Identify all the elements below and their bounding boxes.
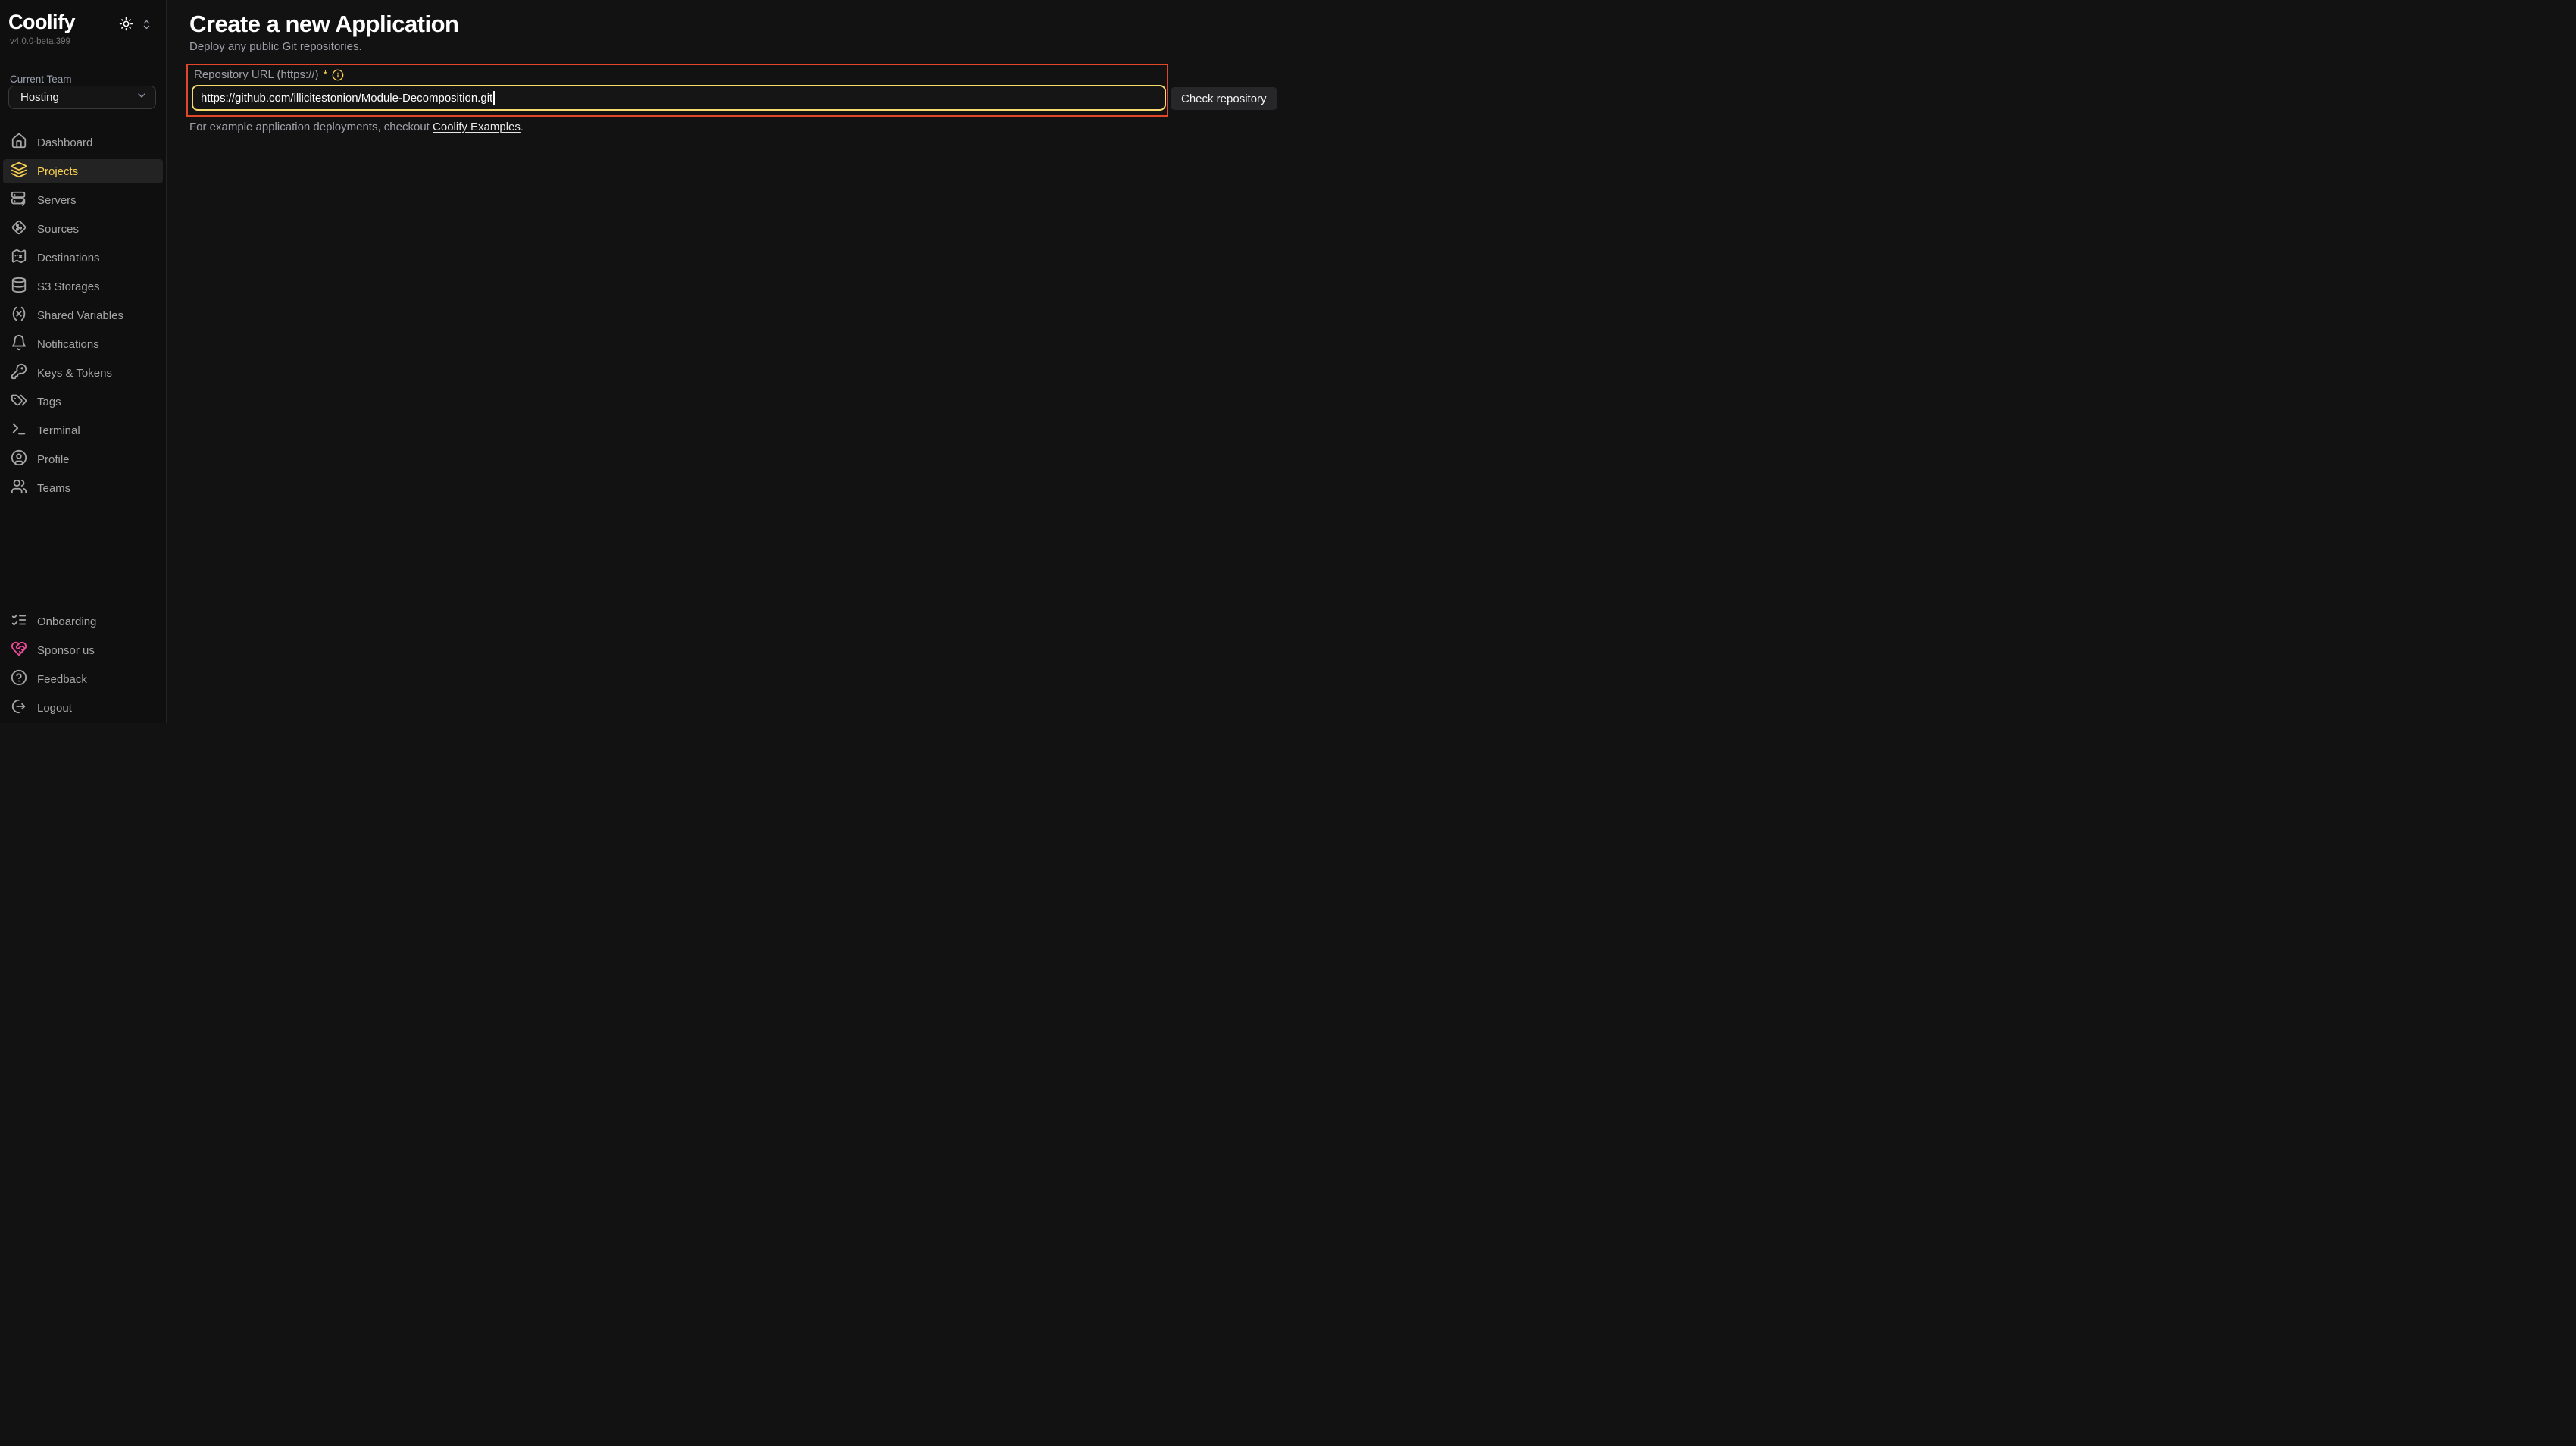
tags-icon xyxy=(11,392,27,412)
sidebar-item-label: Logout xyxy=(37,702,72,715)
annotation-highlight-box: Repository URL (https://) * https://gith… xyxy=(186,64,1168,117)
sidebar-item-label: S3 Storages xyxy=(37,280,100,293)
sidebar-item-keys-tokens[interactable]: Keys & Tokens xyxy=(3,361,163,385)
sidebar-item-s3-storages[interactable]: S3 Storages xyxy=(3,274,163,299)
database-icon xyxy=(11,277,27,296)
sidebar-item-label: Destinations xyxy=(37,252,100,264)
sidebar-item-tags[interactable]: Tags xyxy=(3,390,163,414)
sidebar-item-notifications[interactable]: Notifications xyxy=(3,332,163,356)
key-icon xyxy=(11,363,27,383)
sidebar-item-sponsor-us[interactable]: Sponsor us xyxy=(3,638,163,662)
sidebar-item-label: Projects xyxy=(37,165,78,178)
sidebar: Coolify v4.0.0-beta.399 Current Team Hos… xyxy=(0,0,167,723)
heart-handshake-icon xyxy=(11,640,27,660)
info-icon[interactable] xyxy=(332,69,344,81)
sidebar-item-sources[interactable]: Sources xyxy=(3,217,163,241)
current-team-label: Current Team xyxy=(10,74,72,85)
coolify-examples-link[interactable]: Coolify Examples xyxy=(433,121,521,133)
sidebar-item-servers[interactable]: Servers xyxy=(3,188,163,212)
sidebar-item-label: Teams xyxy=(37,482,70,495)
variable-icon xyxy=(11,305,27,325)
theme-toggle-icon[interactable] xyxy=(119,17,133,35)
team-select-value: Hosting xyxy=(20,91,136,104)
sidebar-item-label: Notifications xyxy=(37,338,99,351)
check-repository-button[interactable]: Check repository xyxy=(1171,87,1277,110)
text-cursor xyxy=(493,91,495,105)
page-title: Create a new Application xyxy=(189,11,459,38)
repository-url-label-text: Repository URL (https://) xyxy=(194,68,319,81)
sidebar-item-label: Keys & Tokens xyxy=(37,367,112,380)
sidebar-item-label: Shared Variables xyxy=(37,309,123,322)
sidebar-item-shared-variables[interactable]: Shared Variables xyxy=(3,303,163,327)
sidebar-item-destinations[interactable]: Destinations xyxy=(3,246,163,270)
layers-icon xyxy=(11,161,27,181)
chevron-down-icon xyxy=(136,89,148,105)
helper-text-prefix: For example application deployments, che… xyxy=(189,121,433,133)
sidebar-item-terminal[interactable]: Terminal xyxy=(3,418,163,443)
app-window: Coolify v4.0.0-beta.399 Current Team Hos… xyxy=(0,0,1288,723)
sidebar-item-label: Sources xyxy=(37,223,79,236)
repository-url-label: Repository URL (https://) * xyxy=(194,68,344,81)
sidebar-item-dashboard[interactable]: Dashboard xyxy=(3,130,163,155)
repository-url-input-value: https://github.com/illicitestonion/Modul… xyxy=(201,92,492,105)
repository-url-input[interactable]: https://github.com/illicitestonion/Modul… xyxy=(192,85,1166,111)
help-circle-icon xyxy=(11,669,27,689)
sidebar-item-projects[interactable]: Projects xyxy=(3,159,163,183)
version-label: v4.0.0-beta.399 xyxy=(10,37,70,46)
bell-icon xyxy=(11,334,27,354)
sidebar-bottom-nav: Onboarding Sponsor us Feedback Logout xyxy=(0,609,167,725)
sidebar-item-profile[interactable]: Profile xyxy=(3,447,163,471)
required-asterisk: * xyxy=(324,68,328,81)
sidebar-item-label: Servers xyxy=(37,194,77,207)
sidebar-item-label: Sponsor us xyxy=(37,644,95,657)
server-bolt-icon xyxy=(11,190,27,210)
sidebar-item-label: Tags xyxy=(37,396,61,408)
app-logo: Coolify xyxy=(8,11,75,34)
sidebar-item-label: Dashboard xyxy=(37,136,92,149)
users-icon xyxy=(11,478,27,498)
sidebar-item-label: Profile xyxy=(37,453,70,466)
map-icon xyxy=(11,248,27,268)
main-content: Create a new Application Deploy any publ… xyxy=(167,0,1288,723)
sidebar-item-label: Onboarding xyxy=(37,615,96,628)
sidebar-item-logout[interactable]: Logout xyxy=(3,696,163,720)
user-circle-icon xyxy=(11,449,27,469)
sidebar-item-onboarding[interactable]: Onboarding xyxy=(3,609,163,634)
page-subtitle: Deploy any public Git repositories. xyxy=(189,40,362,53)
sidebar-item-feedback[interactable]: Feedback xyxy=(3,667,163,691)
team-select[interactable]: Hosting xyxy=(8,86,156,109)
list-checks-icon xyxy=(11,612,27,631)
sidebar-item-label: Feedback xyxy=(37,673,87,686)
sidebar-item-label: Terminal xyxy=(37,424,80,437)
home-icon xyxy=(11,133,27,152)
chevrons-up-down-icon[interactable] xyxy=(141,19,152,34)
git-source-icon xyxy=(11,219,27,239)
helper-text: For example application deployments, che… xyxy=(189,121,524,133)
helper-text-suffix: . xyxy=(521,121,524,133)
sidebar-nav: Dashboard Projects Servers Sources Desti… xyxy=(0,130,167,505)
logout-icon xyxy=(11,698,27,718)
terminal-icon xyxy=(11,421,27,440)
sidebar-item-teams[interactable]: Teams xyxy=(3,476,163,500)
